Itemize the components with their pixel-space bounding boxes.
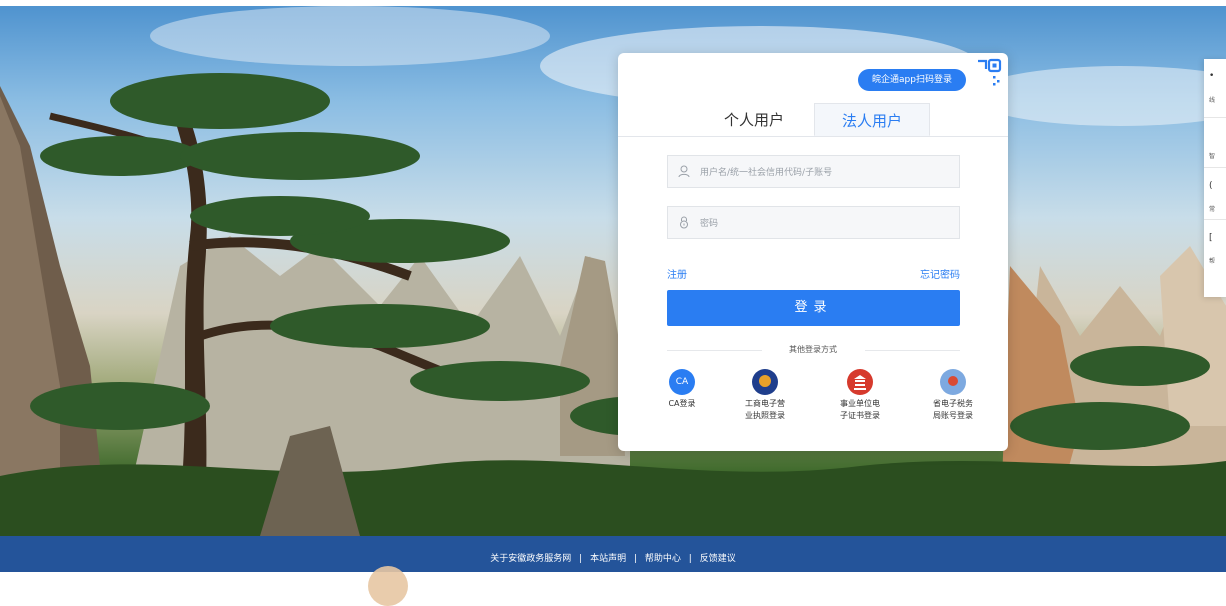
register-link[interactable]: 注册 [667, 266, 687, 281]
login-card: 皖企通app扫码登录 个人用户 法人用户 注册 忘记密码 登录 其他登录方式 C… [618, 53, 1008, 451]
user-type-tabs: 个人用户 法人用户 [618, 103, 1008, 137]
footer-link-help[interactable]: 帮助中心 [645, 549, 681, 569]
tab-legal-entity-user[interactable]: 法人用户 [814, 103, 930, 136]
password-field [667, 206, 960, 240]
username-field [667, 155, 960, 189]
footer-separator: | [579, 554, 583, 564]
ca-login-label: CA登录 [668, 399, 696, 408]
business-license-label-line1: 工商电子营 [745, 399, 785, 408]
institution-cert-label-line1: 事业单位电 [840, 399, 880, 408]
side-divider [1204, 117, 1226, 118]
qr-login-button[interactable]: 皖企通app扫码登录 [858, 69, 966, 91]
landscape-illustration [0, 6, 1226, 536]
forgot-password-link[interactable]: 忘记密码 [920, 266, 960, 281]
side-toolbar: • 线 智 ( 常 [ 帮 [1204, 59, 1226, 297]
footer-separator: | [633, 554, 638, 564]
tax-bureau-icon [940, 369, 966, 395]
username-input[interactable] [698, 156, 957, 189]
footer: 关于安徽政务服务网 | 本站声明 | 帮助中心 | 反馈建议 [0, 536, 1226, 606]
tax-bureau-login-method[interactable]: 省电子税务 局账号登录 [918, 369, 988, 422]
footer-links: 关于安徽政务服务网 | 本站声明 | 帮助中心 | 反馈建议 [0, 549, 1226, 569]
login-button[interactable]: 登录 [667, 290, 960, 326]
qr-code-corner-icon[interactable] [976, 57, 1004, 89]
side-divider [1204, 167, 1226, 168]
side-phone-icon[interactable]: • [1209, 71, 1226, 81]
background-landscape [0, 6, 1226, 536]
lock-icon [680, 216, 688, 229]
side-bracket-icon: ( [1209, 181, 1213, 191]
business-license-icon [752, 369, 778, 395]
ca-login-method[interactable]: CA CA登录 [647, 369, 717, 410]
footer-separator: | [688, 554, 692, 564]
business-license-label-line2: 业执照登录 [745, 411, 785, 420]
side-item-3[interactable]: 常 [1209, 204, 1226, 213]
ca-icon: CA [669, 369, 695, 395]
side-item-1[interactable]: 线 [1209, 95, 1226, 104]
footer-link-about[interactable]: 关于安徽政务服务网 [490, 549, 571, 569]
side-bracket-icon: [ [1209, 233, 1213, 243]
side-divider [1204, 219, 1226, 220]
side-item-2[interactable]: 智 [1209, 151, 1226, 160]
institution-cert-label-line2: 子证书登录 [840, 411, 880, 420]
tax-bureau-label-line2: 局账号登录 [933, 411, 973, 420]
footer-emblem-icon [368, 566, 408, 606]
password-input[interactable] [698, 207, 957, 240]
divider [865, 350, 960, 351]
business-license-login-method[interactable]: 工商电子营 业执照登录 [730, 369, 800, 422]
user-icon [678, 165, 690, 178]
footer-link-feedback[interactable]: 反馈建议 [700, 549, 736, 569]
footer-link-statement[interactable]: 本站声明 [590, 549, 626, 569]
side-item-4[interactable]: 帮 [1209, 256, 1226, 265]
tax-bureau-label-line1: 省电子税务 [933, 399, 973, 408]
institution-cert-login-method[interactable]: 事业单位电 子证书登录 [825, 369, 895, 422]
institution-cert-icon [847, 369, 873, 395]
tab-personal-user[interactable]: 个人用户 [696, 103, 812, 136]
